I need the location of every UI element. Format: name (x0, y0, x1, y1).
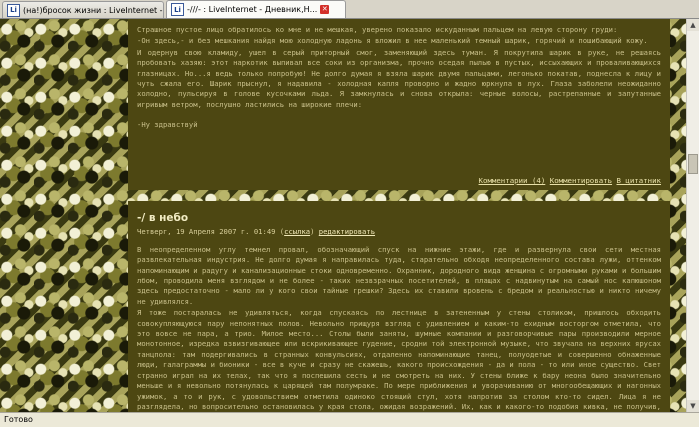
post-paragraph: -Он здесь,- и без мешкания найдя мою хол… (137, 36, 648, 46)
page-viewport: Страшное пустое лицо обратилось ко мне и… (0, 19, 687, 412)
tab-1[interactable]: Li (на!)бросок жизни : LiveInternet - Д.… (2, 1, 164, 18)
post-date: Четверг, 19 Апреля 2007 г. 01:49 (137, 227, 276, 237)
scrollbar-thumb[interactable] (688, 154, 698, 174)
permalink-link[interactable]: ссылка (284, 227, 310, 236)
tab-2[interactable]: Li -///- : LiveInternet - Дневник,Н... ✕ (166, 0, 346, 18)
blog-post: Страшное пустое лицо обратилось ко мне и… (128, 19, 670, 190)
liveinternet-favicon-icon: Li (7, 3, 20, 17)
post-title[interactable]: -/ в небо (137, 213, 661, 224)
tab-strip: Li (на!)бросок жизни : LiveInternet - Д.… (0, 0, 699, 19)
close-tab-icon[interactable]: ✕ (320, 5, 330, 14)
post-paragraph: В неопределенном углу темнел провал, обо… (137, 244, 661, 306)
scroll-down-arrow-icon[interactable]: ▼ (687, 400, 699, 412)
post-signature: -Ну здравствуй (137, 120, 198, 130)
post-paragraph: Я тоже постаралась не удивляться, когда … (137, 308, 661, 411)
status-text: Готово (4, 415, 33, 424)
tab-1-label: (на!)бросок жизни : LiveInternet - Д... (23, 5, 164, 15)
blog-post: -/ в небо Четверг, 19 Апреля 2007 г. 01:… (128, 201, 670, 412)
tab-2-label: -///- : LiveInternet - Дневник,Н... (187, 5, 318, 14)
edit-link[interactable]: редактировать (319, 227, 375, 236)
vertical-scrollbar[interactable]: ▲ ▼ (686, 19, 699, 412)
status-bar: Готово (0, 412, 699, 426)
quote-link[interactable]: В цитатник (617, 176, 662, 185)
comments-link[interactable]: Комментарии (4) (479, 176, 546, 185)
post-footer-links: Комментарии (4) Комментировать В цитатни… (479, 176, 661, 186)
post-meta: Четверг, 19 Апреля 2007 г. 01:49 (ссылка… (137, 227, 376, 237)
post-paragraph: И одернув свою кламиду, ушел в серый при… (137, 47, 661, 109)
liveinternet-favicon-icon: Li (171, 3, 184, 16)
scroll-up-arrow-icon[interactable]: ▲ (687, 19, 699, 31)
post-paragraph: Страшное пустое лицо обратилось ко мне и… (137, 25, 618, 34)
comment-link[interactable]: Комментировать (550, 176, 612, 185)
